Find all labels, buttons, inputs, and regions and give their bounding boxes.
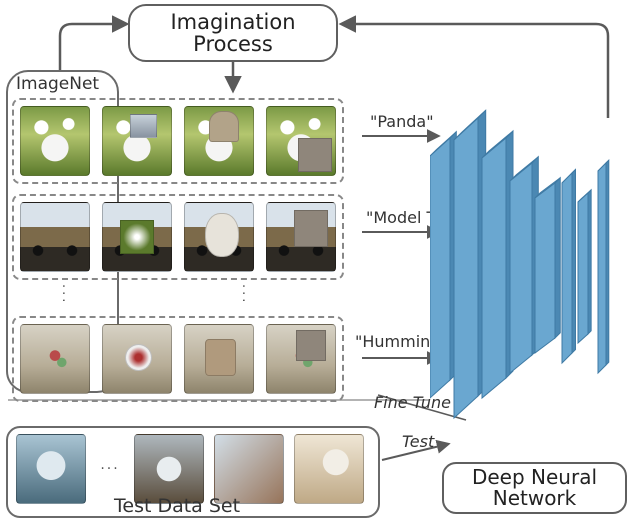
thumb-modelt-aug2	[184, 202, 254, 272]
dnn-caption-box: Deep Neural Network	[442, 462, 627, 514]
imagination-line2: Process	[193, 33, 273, 55]
dnn-layer	[510, 157, 538, 373]
class-row-panda	[12, 98, 344, 184]
thumb-test-2	[134, 434, 204, 504]
thumb-bird-aug2	[184, 324, 254, 394]
dnn-line2: Network	[493, 488, 577, 509]
vdots-col1: ···	[55, 284, 70, 305]
dnn-layer	[430, 132, 456, 398]
thumb-panda-original	[20, 106, 90, 176]
imagination-line1: Imagination	[170, 11, 295, 33]
dnn-layer	[454, 110, 486, 418]
thumb-bird-aug1	[102, 324, 172, 394]
dnn-line1: Deep Neural	[472, 467, 597, 488]
imagination-process-box: Imagination Process	[128, 4, 338, 62]
thumb-modelt-aug1	[102, 202, 172, 272]
thumb-test-1	[16, 434, 86, 504]
vdots-col2: ···	[235, 284, 250, 305]
class-row-hummingbird	[12, 316, 344, 402]
dnn-layer	[578, 190, 591, 343]
thumb-bird-aug3	[266, 324, 336, 394]
class-row-modelt	[12, 194, 344, 280]
thumb-panda-aug2	[184, 106, 254, 176]
imagenet-label: ImageNet	[16, 74, 99, 94]
dnn-layer	[482, 131, 513, 398]
thumb-panda-aug1	[102, 106, 172, 176]
test-ellipsis: ···	[96, 461, 124, 477]
dnn-layer	[535, 178, 560, 353]
dnn-layer	[562, 170, 576, 364]
dnn-layer-stack	[430, 88, 640, 468]
class-label-panda: "Panda"	[370, 112, 434, 131]
thumb-bird-original	[20, 324, 90, 394]
thumb-modelt-original	[20, 202, 90, 272]
thumb-test-3	[214, 434, 284, 504]
thumb-modelt-aug3	[266, 202, 336, 272]
thumb-test-4	[294, 434, 364, 504]
test-set-caption: Test Data Set	[114, 495, 240, 517]
dnn-layer	[598, 160, 609, 373]
thumb-panda-aug3	[266, 106, 336, 176]
